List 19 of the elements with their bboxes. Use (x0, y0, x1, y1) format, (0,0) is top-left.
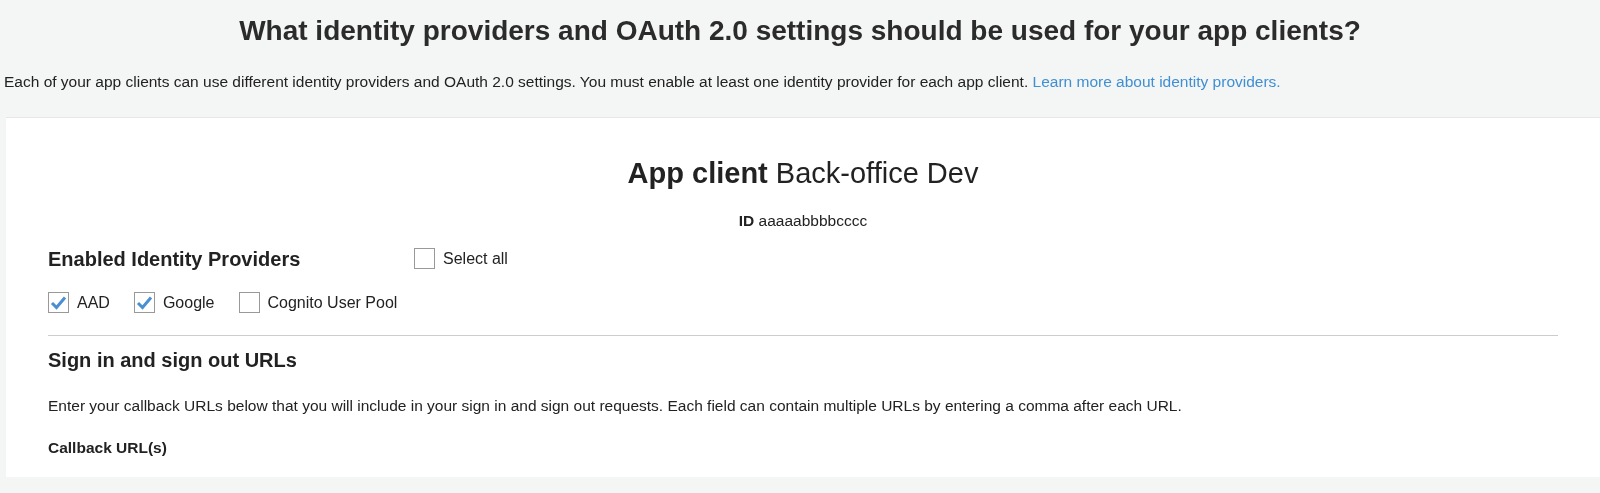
field-label: Callback URL(s) (48, 437, 168, 458)
page-title: What identity providers and OAuth 2.0 settings should be used for your app clients? (238, 14, 1362, 48)
checkbox-label: Cognito User Pool (267, 292, 398, 313)
section-heading: Sign in and sign out URLs (48, 347, 298, 372)
checkbox[interactable] (414, 248, 435, 270)
id-label: ID (738, 212, 755, 230)
learn-more-link[interactable]: Learn more about identity providers. (1032, 72, 1281, 90)
checkbox[interactable] (48, 292, 69, 314)
app-client-name: Back-office Dev (775, 156, 979, 189)
section-heading: Enabled Identity Providers (48, 246, 302, 271)
description: Each of your app clients can use different identity providers and OAuth 2.0 settings. You must enable at least one identity provider for each app client. Learn more about identity providers. (4, 71, 1282, 92)
client-id: aaaaabbbbcccc (758, 212, 868, 230)
checkbox[interactable] (238, 292, 260, 314)
checkbox-label: Select all (443, 248, 508, 269)
checkbox-label: AAD (77, 292, 110, 313)
checkbox[interactable] (133, 292, 155, 314)
checkbox-label: Google (162, 292, 215, 313)
instructions: Enter your callback URLs below that you will include in your sign in and sign out requests. Each field can contain multiple URLs by entering a comma after each URL. (48, 395, 1183, 416)
app-client-label: App client (627, 156, 768, 189)
